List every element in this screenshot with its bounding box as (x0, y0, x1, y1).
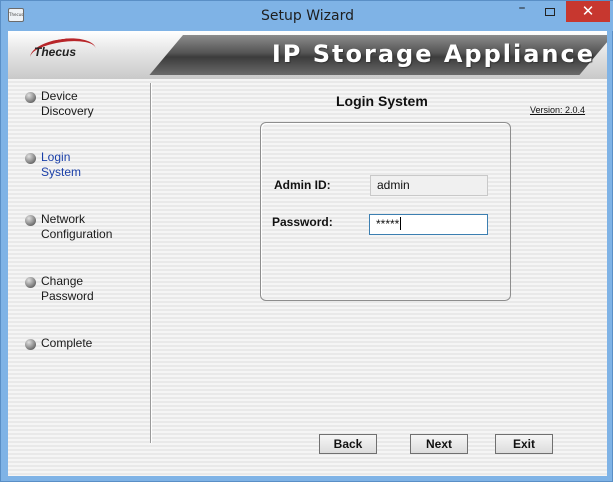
text-caret (400, 217, 402, 230)
step-label-line1: Device (41, 89, 78, 103)
wizard-client-area: Thecus IP Storage Appliance Device Disco… (8, 31, 607, 476)
login-panel (260, 122, 511, 301)
password-value: ***** (376, 217, 400, 231)
minimize-icon: – (518, 0, 526, 16)
step-label-line2: Discovery (41, 104, 94, 118)
password-field[interactable]: ***** (369, 214, 488, 235)
sidebar-divider (150, 83, 152, 443)
banner: Thecus IP Storage Appliance (8, 31, 607, 79)
step-device-discovery: Device Discovery (25, 89, 94, 119)
wizard-steps-sidebar: Device Discovery Login System Network Co… (8, 79, 150, 476)
version-link[interactable]: Version: 2.0.4 (530, 105, 585, 115)
maximize-button[interactable] (537, 1, 563, 22)
step-bullet-icon (25, 153, 36, 164)
step-bullet-icon (25, 215, 36, 226)
title-bar[interactable]: Thecus Setup Wizard – ✕ (1, 1, 613, 31)
step-label-line1: Login (41, 150, 71, 164)
exit-button[interactable]: Exit (495, 434, 553, 454)
step-label-line2: Configuration (41, 227, 113, 241)
step-label-line1: Network (41, 212, 86, 226)
step-bullet-icon (25, 339, 36, 350)
maximize-icon (545, 8, 555, 16)
step-label-line2: System (41, 165, 82, 179)
password-label: Password: (272, 215, 333, 229)
admin-id-value: admin (377, 178, 410, 192)
admin-id-label: Admin ID: (274, 178, 331, 192)
product-title: IP Storage Appliance (271, 40, 595, 68)
step-complete: Complete (25, 336, 93, 351)
thecus-logo: Thecus (34, 45, 77, 59)
step-label-line2: Password (41, 289, 94, 303)
step-label-line1: Complete (41, 336, 93, 350)
step-bullet-icon (25, 277, 36, 288)
close-icon: ✕ (581, 2, 595, 20)
setup-wizard-window: Thecus Setup Wizard – ✕ Thecus IP Storag… (0, 0, 613, 482)
step-change-password: Change Password (25, 274, 94, 304)
admin-id-field[interactable]: admin (370, 175, 488, 196)
step-login-system: Login System (25, 150, 82, 180)
minimize-button[interactable]: – (509, 1, 535, 22)
step-network-configuration: Network Configuration (25, 212, 113, 242)
close-button[interactable]: ✕ (566, 1, 610, 22)
step-bullet-icon (25, 92, 36, 103)
back-button[interactable]: Back (319, 434, 377, 454)
next-button[interactable]: Next (410, 434, 468, 454)
page-title: Login System (336, 93, 428, 109)
step-label-line1: Change (41, 274, 84, 288)
